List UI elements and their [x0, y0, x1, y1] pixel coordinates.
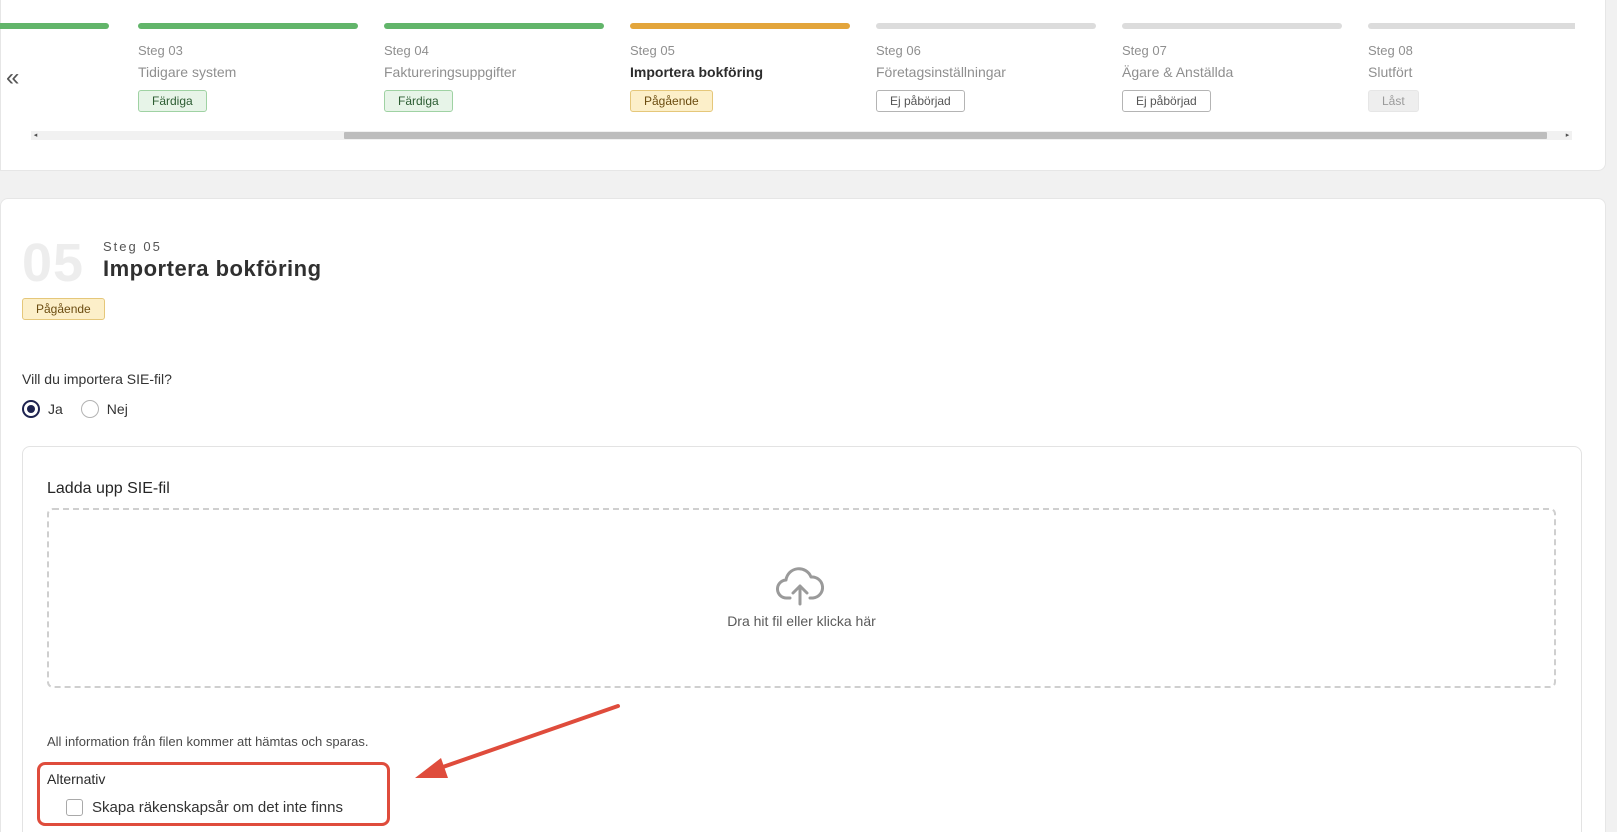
step-number: Steg 07 [1122, 43, 1167, 58]
dropzone-text[interactable]: Dra hit fil eller klicka här [0, 613, 1603, 629]
step-number: Steg 05 [630, 43, 675, 58]
step-big-number: 05 [22, 233, 85, 293]
create-fiscal-year-checkbox[interactable] [66, 799, 83, 816]
scroll-left-icon[interactable]: ◂ [31, 131, 40, 140]
checkbox-label[interactable]: Skapa räkenskapsår om det inte finns [92, 799, 343, 816]
scrollbar-thumb[interactable] [344, 132, 1547, 139]
status-badge: Ej påbörjad [1122, 90, 1211, 112]
status-badge: Pågående [22, 298, 105, 320]
import-question: Vill du importera SIE-fil? [22, 371, 172, 387]
step-item-06[interactable]: Steg 06 Företagsinställningar Ej påbörja… [876, 23, 1096, 112]
step-number: Steg 03 [138, 43, 183, 58]
scroll-right-icon[interactable]: ▸ [1563, 131, 1572, 140]
step-number: Steg 08 [1368, 43, 1413, 58]
upload-title: Ladda upp SIE-fil [47, 480, 170, 497]
step-item-03[interactable]: Steg 03 Tidigare system Färdiga [138, 23, 358, 112]
step-item-05[interactable]: Steg 05 Importera bokföring Pågående [630, 23, 850, 112]
step-progress-bar [384, 23, 604, 29]
step-progress-bar [138, 23, 358, 29]
radio-nej[interactable] [80, 400, 99, 418]
page-title: Importera bokföring [103, 256, 322, 281]
step-item-07[interactable]: Steg 07 Ägare & Anställda Ej påbörjad [1122, 23, 1342, 112]
options-label: Alternativ [47, 771, 106, 787]
upload-info: All information från filen kommer att hä… [47, 734, 369, 749]
step-title: Tidigare system [138, 64, 237, 80]
step-title: Slutfört [1368, 64, 1413, 80]
status-badge: Färdiga [384, 90, 453, 112]
step-title: Faktureringsuppgifter [384, 64, 517, 80]
radio-label-nej[interactable]: Nej [107, 401, 128, 417]
step-number: Steg 06 [876, 43, 921, 58]
cloud-upload-icon [776, 567, 824, 606]
step-progress-bar [876, 23, 1096, 29]
status-badge: Pågående [630, 90, 713, 112]
step-item-02[interactable] [0, 23, 109, 29]
step-item-04[interactable]: Steg 04 Faktureringsuppgifter Färdiga [384, 23, 604, 112]
step-title: Företagsinställningar [876, 64, 1006, 80]
step-progress-bar [0, 23, 109, 29]
create-fiscal-year-option[interactable]: Skapa räkenskapsår om det inte finns [66, 799, 343, 816]
step-title: Ägare & Anställda [1122, 64, 1234, 80]
step-label: Steg 05 [103, 239, 162, 254]
radio-label-ja[interactable]: Ja [48, 401, 63, 417]
step-number: Steg 04 [384, 43, 429, 58]
step-progress-bar [1122, 23, 1342, 29]
step-progress-bar [1368, 23, 1575, 29]
step-progress-bar [630, 23, 850, 29]
status-badge: Ej påbörjad [876, 90, 965, 112]
status-badge: Färdiga [138, 90, 207, 112]
step-title: Importera bokföring [630, 64, 764, 80]
status-badge: Låst [1368, 90, 1419, 112]
step-progress: Steg 03 Tidigare system Färdiga Steg 04 … [0, 0, 1575, 130]
import-radio-group: Ja Nej [22, 400, 146, 418]
radio-ja[interactable] [22, 400, 40, 418]
step-item-08[interactable]: Steg 08 Slutfört Låst [1368, 23, 1575, 112]
horizontal-scrollbar[interactable]: ◂ ▸ [31, 131, 1572, 140]
